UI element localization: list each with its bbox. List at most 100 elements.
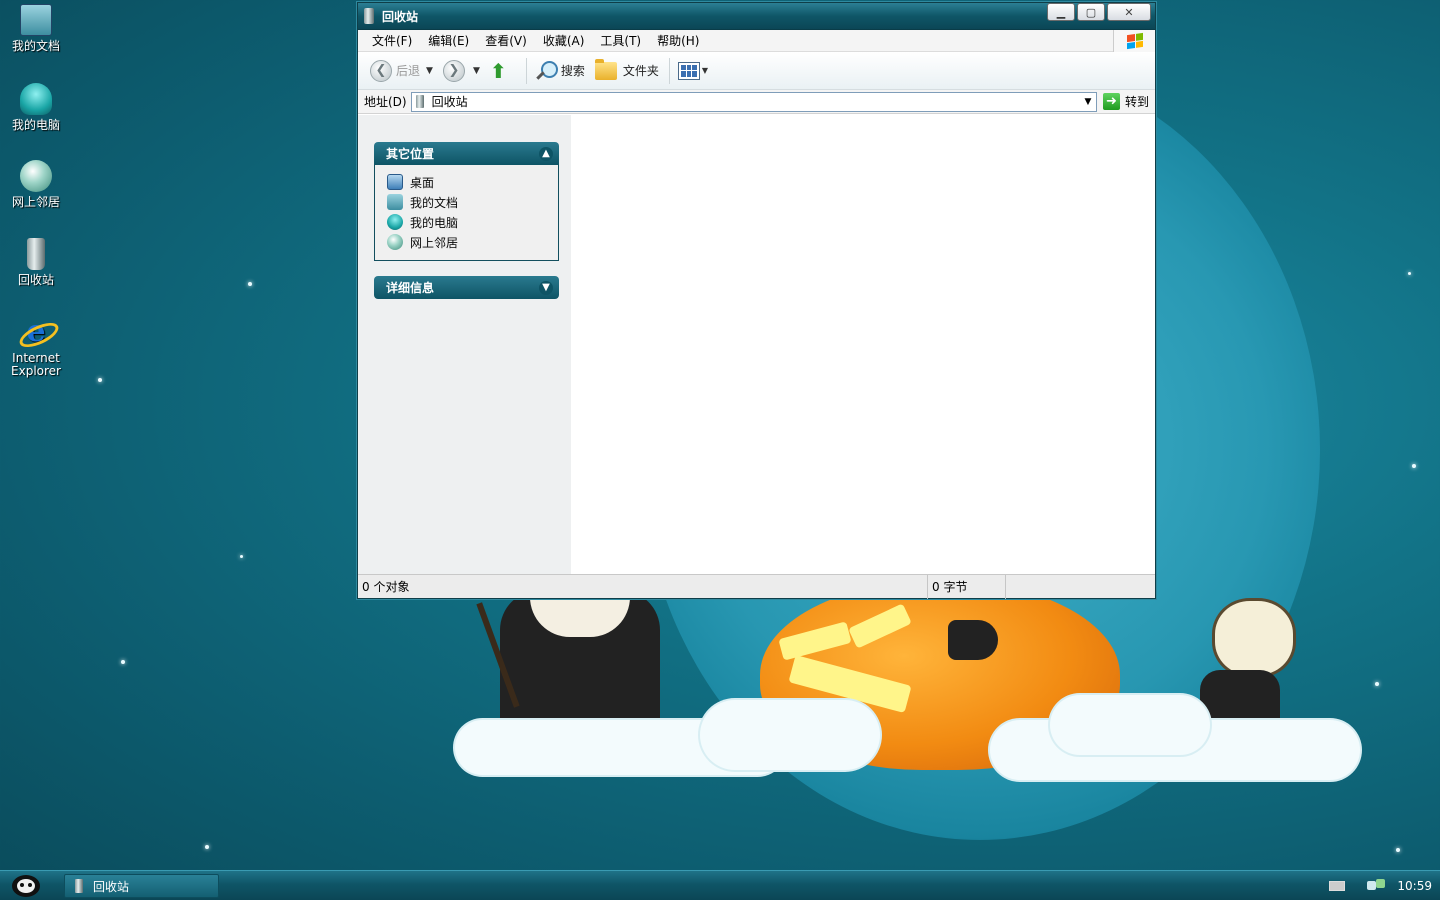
pumpkin-eye bbox=[778, 621, 852, 661]
menu-file[interactable]: 文件(F) bbox=[364, 32, 420, 49]
back-dropdown-icon[interactable]: ▼ bbox=[426, 66, 433, 76]
forward-dropdown-icon[interactable]: ▼ bbox=[473, 66, 480, 76]
network-status-icon[interactable] bbox=[1367, 879, 1387, 893]
views-button[interactable]: ▼ bbox=[677, 61, 709, 80]
link-label: 桌面 bbox=[410, 175, 435, 190]
status-zone bbox=[1006, 575, 1155, 599]
maximize-icon: ▢ bbox=[1085, 5, 1097, 19]
desktop-icon-label: 回收站 bbox=[17, 273, 54, 287]
link-desktop[interactable]: 桌面 bbox=[387, 172, 548, 192]
go-button[interactable]: ➜ 转到 bbox=[1102, 93, 1149, 110]
maximize-button[interactable]: ▢ bbox=[1077, 3, 1105, 21]
my-documents-icon bbox=[20, 4, 52, 36]
panel-other-places-body: 桌面 我的文档 我的电脑 网上邻居 bbox=[374, 165, 559, 261]
view-thumbnails-icon bbox=[677, 61, 700, 80]
window-title: 回收站 bbox=[382, 9, 419, 24]
desktop-icon-recycle-bin[interactable]: 回收站 bbox=[0, 238, 72, 287]
status-bar: 0 个对象 0 字节 bbox=[358, 574, 1155, 599]
go-arrow-icon: ➜ bbox=[1102, 93, 1120, 110]
wallpaper-cloud bbox=[1050, 695, 1210, 755]
menu-view[interactable]: 查看(V) bbox=[477, 32, 535, 49]
toolbar: ❮ 后退 ▼ ❯ ▼ ⬆ 搜索 文件夹 ▼ bbox=[358, 52, 1155, 90]
folders-button[interactable]: 文件夹 bbox=[594, 58, 659, 80]
wallpaper-skeleton-head bbox=[1212, 598, 1296, 678]
wallpaper-star bbox=[121, 660, 125, 664]
panel-title: 详细信息 bbox=[386, 281, 435, 295]
wallpaper-star bbox=[205, 845, 209, 849]
minimize-button[interactable]: ▁ bbox=[1047, 3, 1075, 21]
link-my-computer[interactable]: 我的电脑 bbox=[387, 212, 548, 232]
search-label: 搜索 bbox=[560, 64, 585, 78]
menu-favorites[interactable]: 收藏(A) bbox=[535, 32, 593, 49]
desktop-icon-my-computer[interactable]: 我的电脑 bbox=[0, 83, 72, 132]
desktop-icon-label: 我的电脑 bbox=[11, 118, 60, 132]
views-dropdown-icon: ▼ bbox=[701, 66, 709, 75]
start-button[interactable] bbox=[12, 875, 40, 897]
my-computer-icon bbox=[387, 214, 403, 230]
my-computer-icon bbox=[20, 83, 52, 115]
search-button[interactable]: 搜索 bbox=[535, 60, 585, 82]
wallpaper-star bbox=[98, 378, 102, 382]
link-my-documents[interactable]: 我的文档 bbox=[387, 192, 548, 212]
desktop-icon-network-places[interactable]: 网上邻居 bbox=[0, 160, 72, 209]
menu-tools[interactable]: 工具(T) bbox=[592, 32, 649, 49]
file-list-area[interactable] bbox=[571, 115, 1155, 575]
address-value: 回收站 bbox=[431, 95, 468, 109]
back-button[interactable]: ❮ 后退 ▼ bbox=[370, 59, 433, 82]
link-label: 我的文档 bbox=[410, 195, 459, 210]
recycle-bin-icon bbox=[415, 95, 424, 108]
clock[interactable]: 10:59 bbox=[1397, 879, 1432, 893]
desktop-icon-my-documents[interactable]: 我的文档 bbox=[0, 4, 72, 53]
back-arrow-icon: ❮ bbox=[370, 59, 392, 82]
task-pane: 其它位置 ▲ 桌面 我的文档 我的电脑 网上邻居 详细信息 ▼ bbox=[358, 115, 571, 575]
panda-logo-icon bbox=[17, 879, 35, 893]
explorer-window: 回收站 ▁ ▢ ✕ 文件(F) 编辑(E) 查看(V) 收藏(A) 工具(T) … bbox=[357, 2, 1156, 599]
wallpaper-star bbox=[248, 282, 252, 286]
taskbar: 回收站 10:59 bbox=[0, 870, 1440, 900]
panel-details: 详细信息 ▼ bbox=[374, 276, 559, 299]
network-places-icon bbox=[387, 234, 403, 250]
wallpaper-star bbox=[1396, 848, 1400, 852]
folders-label: 文件夹 bbox=[622, 64, 659, 78]
windows-logo bbox=[1113, 30, 1155, 52]
desktop-icon-label: 我的文档 bbox=[11, 39, 60, 53]
wallpaper-cloud bbox=[700, 700, 880, 770]
back-label: 后退 bbox=[396, 64, 421, 78]
window-body: 其它位置 ▲ 桌面 我的文档 我的电脑 网上邻居 详细信息 ▼ bbox=[358, 115, 1155, 575]
address-label: 地址(D) bbox=[364, 95, 407, 109]
desktop-icon-internet-explorer[interactable]: e Internet Explorer bbox=[0, 316, 72, 378]
wallpaper-star bbox=[240, 555, 243, 558]
recycle-bin-icon bbox=[75, 879, 83, 893]
up-button[interactable]: ⬆ bbox=[490, 60, 516, 82]
network-places-icon bbox=[20, 160, 52, 192]
panel-title: 其它位置 bbox=[386, 147, 435, 161]
chevron-up-icon[interactable]: ▲ bbox=[539, 146, 553, 161]
system-tray: 10:59 bbox=[1329, 871, 1440, 900]
toolbar-separator bbox=[525, 57, 527, 84]
panel-other-places: 其它位置 ▲ 桌面 我的文档 我的电脑 网上邻居 bbox=[374, 142, 559, 261]
link-label: 网上邻居 bbox=[410, 235, 459, 250]
menu-help[interactable]: 帮助(H) bbox=[649, 32, 707, 49]
link-network-places[interactable]: 网上邻居 bbox=[387, 232, 548, 252]
forward-button[interactable]: ❯ ▼ bbox=[442, 59, 480, 82]
menu-edit[interactable]: 编辑(E) bbox=[420, 32, 477, 49]
wallpaper-character-foot bbox=[948, 620, 998, 660]
pumpkin-eye bbox=[848, 603, 912, 649]
address-input[interactable]: 回收站 ▼ bbox=[410, 91, 1097, 112]
chevron-down-icon[interactable]: ▼ bbox=[539, 280, 553, 295]
window-titlebar[interactable]: 回收站 ▁ ▢ ✕ bbox=[358, 3, 1155, 30]
minimize-icon: ▁ bbox=[1056, 5, 1066, 19]
window-controls: ▁ ▢ ✕ bbox=[1047, 3, 1151, 21]
recycle-bin-icon bbox=[27, 238, 45, 270]
panel-other-places-header[interactable]: 其它位置 ▲ bbox=[374, 142, 559, 165]
panel-details-header[interactable]: 详细信息 ▼ bbox=[374, 276, 559, 299]
close-button[interactable]: ✕ bbox=[1107, 3, 1151, 21]
link-label: 我的电脑 bbox=[410, 215, 459, 230]
taskbar-item-recycle-bin[interactable]: 回收站 bbox=[64, 874, 219, 898]
address-bar: 地址(D) 回收站 ▼ ➜ 转到 bbox=[358, 90, 1155, 114]
menubar: 文件(F) 编辑(E) 查看(V) 收藏(A) 工具(T) 帮助(H) bbox=[358, 30, 1155, 52]
address-dropdown-icon[interactable]: ▼ bbox=[1080, 93, 1096, 111]
keyboard-icon[interactable] bbox=[1329, 881, 1346, 891]
status-object-count: 0 个对象 bbox=[358, 574, 928, 599]
toolbar-separator bbox=[668, 57, 670, 84]
